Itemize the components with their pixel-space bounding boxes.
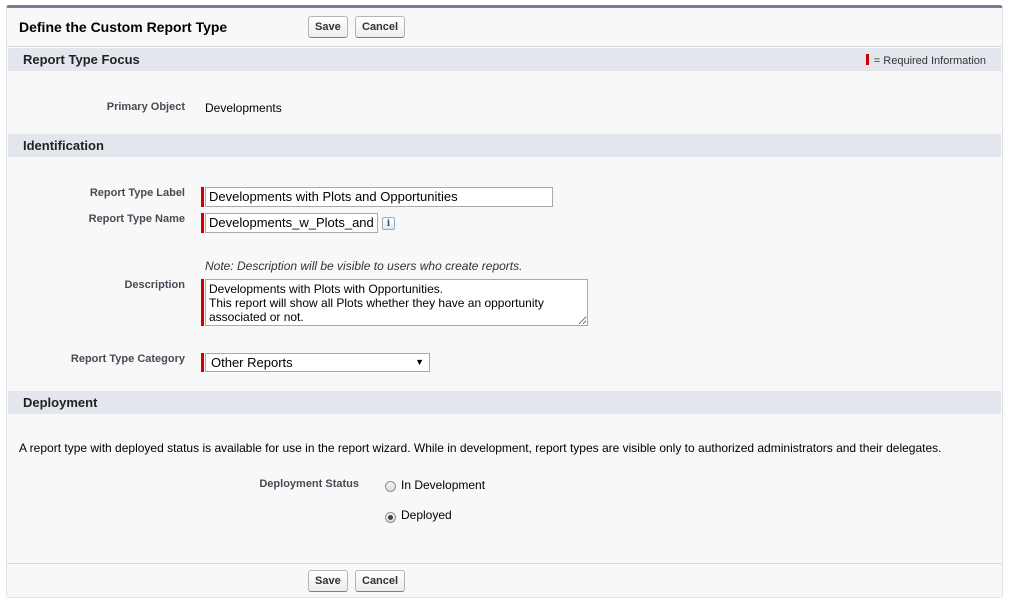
report-type-category-value: Other Reports — [211, 355, 293, 370]
cancel-button[interactable]: Cancel — [355, 570, 406, 592]
section-identification: Identification — [8, 134, 1001, 157]
description-label: Description — [124, 279, 185, 291]
radio-in-development[interactable] — [385, 481, 396, 492]
page-block-header: Define the Custom Report Type Save Cance… — [7, 8, 1002, 47]
save-button[interactable]: Save — [308, 16, 348, 38]
required-legend: = Required Information — [865, 54, 986, 67]
required-legend-text: = Required Information — [873, 55, 986, 67]
deployment-description: A report type with deployed status is av… — [19, 441, 942, 455]
page-title: Define the Custom Report Type — [19, 19, 228, 35]
description-note: Note: Description will be visible to use… — [205, 259, 523, 273]
report-type-name-input[interactable]: Developments_w_Plots_and — [205, 213, 378, 233]
primary-object-value: Developments — [205, 101, 282, 115]
cancel-button[interactable]: Cancel — [355, 16, 406, 38]
section-title: Deployment — [23, 395, 98, 410]
report-type-label-label: Report Type Label — [89, 187, 185, 199]
primary-object-label: Primary Object — [106, 101, 185, 113]
description-textarea[interactable]: Developments with Plots with Opportuniti… — [205, 279, 588, 326]
dropdown-arrow-icon: ▼ — [415, 357, 424, 367]
required-marker — [201, 213, 204, 233]
radio-deployed[interactable] — [385, 512, 396, 523]
required-marker — [865, 54, 869, 65]
info-icon[interactable]: i — [382, 217, 395, 230]
required-marker — [201, 353, 204, 372]
section-deployment: Deployment — [8, 391, 1001, 414]
section-title: Identification — [23, 138, 104, 153]
page-block-footer: Save Cancel — [7, 563, 1002, 597]
required-marker — [201, 279, 204, 326]
report-type-category-select[interactable]: Other Reports ▼ — [205, 353, 430, 372]
section-report-type-focus: Report Type Focus = Required Information — [8, 48, 1001, 71]
report-type-label-input[interactable]: Developments with Plots and Opportunitie… — [205, 187, 553, 207]
report-type-category-label: Report Type Category — [70, 353, 185, 365]
save-button[interactable]: Save — [308, 570, 348, 592]
radio-deployed-label[interactable]: Deployed — [401, 508, 452, 522]
deployment-status-label: Deployment Status — [259, 478, 359, 490]
report-type-name-label: Report Type Name — [88, 213, 185, 225]
radio-in-development-label[interactable]: In Development — [401, 478, 485, 492]
section-title: Report Type Focus — [23, 52, 140, 67]
page-block: Define the Custom Report Type Save Cance… — [6, 5, 1003, 598]
required-marker — [201, 187, 204, 207]
